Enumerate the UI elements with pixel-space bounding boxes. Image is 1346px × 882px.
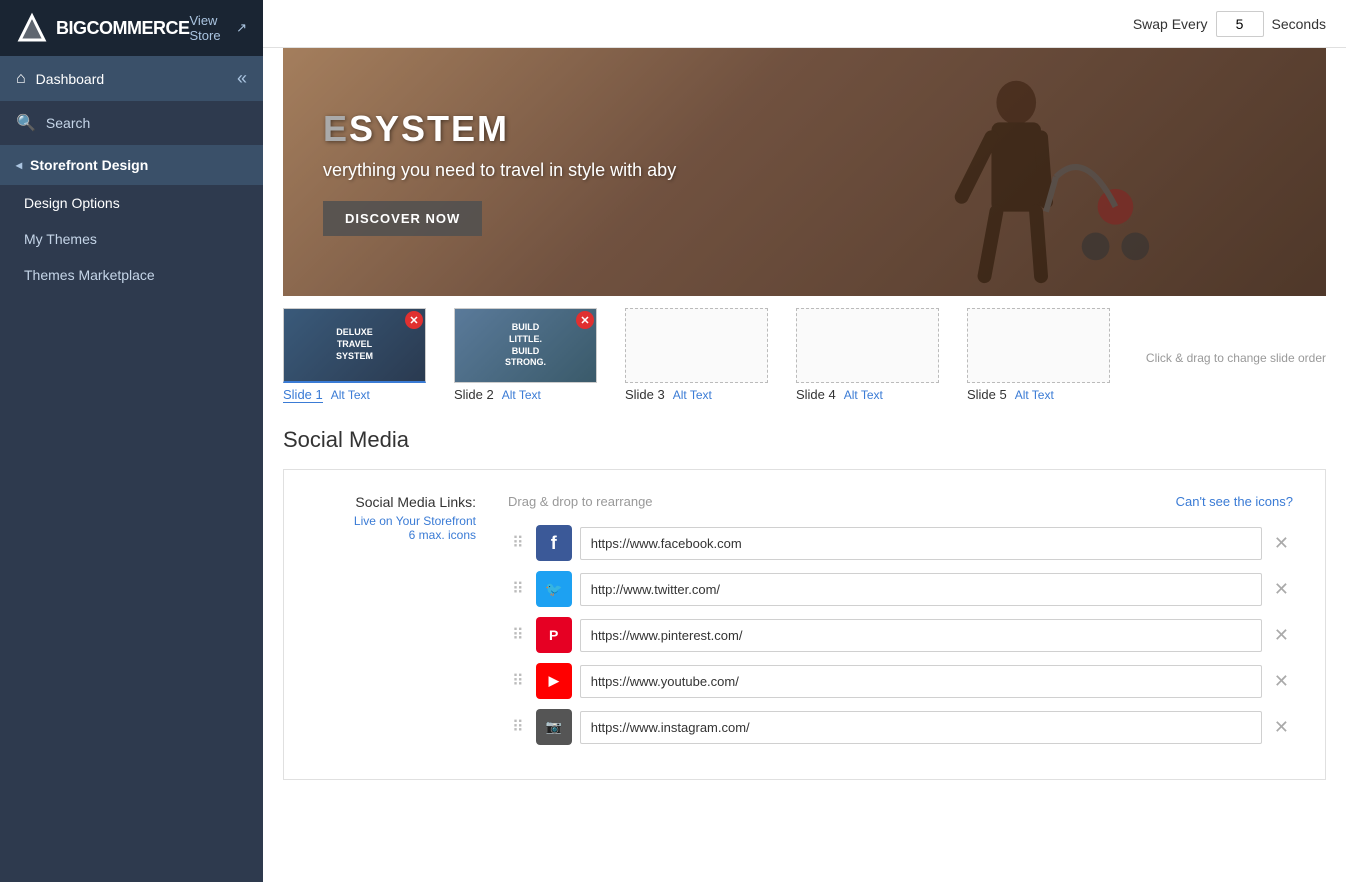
logo-text: BIGCOMMERCE	[56, 18, 190, 39]
sidebar-item-design-options[interactable]: Design Options	[0, 185, 263, 221]
social-row-instagram: ⠿ 📷 ✕	[508, 709, 1293, 745]
slide-hero-subtitle: verything you need to travel in style wi…	[323, 158, 676, 183]
collapse-icon[interactable]: «	[237, 68, 247, 89]
slide-3-alt-text[interactable]: Alt Text	[673, 388, 712, 402]
slide-4-thumb[interactable]	[796, 308, 939, 383]
social-row-youtube: ⠿ ▶ ✕	[508, 663, 1293, 699]
slide-1-label: Slide 1	[283, 387, 323, 403]
slide-2-thumb[interactable]: BUILDLITTLE.BUILDSTRONG. ✕	[454, 308, 597, 383]
search-icon: 🔍	[16, 113, 36, 133]
slide-2-alt-text[interactable]: Alt Text	[502, 388, 541, 402]
social-media-card: Social Media Links: Live on Your Storefr…	[283, 469, 1326, 780]
facebook-url-input[interactable]	[580, 527, 1262, 560]
slide-5-label: Slide 5	[967, 387, 1007, 402]
youtube-url-input[interactable]	[580, 665, 1262, 698]
twitter-remove-button[interactable]: ✕	[1270, 579, 1293, 600]
social-live-label: Live on Your Storefront 6 max. icons	[316, 514, 476, 542]
slide-5-thumb[interactable]	[967, 308, 1110, 383]
slide-4-container: Slide 4 Alt Text	[796, 308, 963, 403]
swap-every-input[interactable]	[1216, 11, 1264, 37]
social-label-column: Social Media Links: Live on Your Storefr…	[316, 494, 476, 755]
cant-see-icons-link[interactable]: Can't see the icons?	[1176, 494, 1293, 509]
slide-4-alt-text[interactable]: Alt Text	[844, 388, 883, 402]
sidebar-header: BIGCOMMERCE View Store ↗	[0, 0, 263, 56]
drag-handle-pinterest[interactable]: ⠿	[508, 625, 528, 645]
hero-image	[846, 48, 1246, 296]
slide-1-thumb[interactable]: DELUXETRAVELSYSTEM ✕	[283, 308, 426, 383]
view-store-link[interactable]: View Store ↗	[190, 13, 248, 43]
slide-5-alt-text[interactable]: Alt Text	[1015, 388, 1054, 402]
social-drag-hint: Drag & drop to rearrange	[508, 494, 653, 509]
slide-4-label: Slide 4	[796, 387, 836, 402]
swap-every-label: Swap Every	[1133, 16, 1208, 32]
social-media-inner: Social Media Links: Live on Your Storefr…	[316, 494, 1293, 755]
social-row-facebook: ⠿ f ✕	[508, 525, 1293, 561]
slide-2-container: BUILDLITTLE.BUILDSTRONG. ✕ Slide 2 Alt T…	[454, 308, 621, 403]
slide-3-thumb[interactable]	[625, 308, 768, 383]
drag-handle-facebook[interactable]: ⠿	[508, 533, 528, 553]
slideshow-preview: ESYSTEM verything you need to travel in …	[283, 48, 1326, 403]
seconds-label: Seconds	[1272, 16, 1326, 32]
slide-hero: ESYSTEM verything you need to travel in …	[283, 48, 1326, 296]
discover-now-button[interactable]: DISCOVER NOW	[323, 201, 482, 236]
sidebar-item-themes-marketplace[interactable]: Themes Marketplace	[0, 257, 263, 293]
slide-3-label: Slide 3	[625, 387, 665, 402]
drag-hint: Click & drag to change slide order	[1134, 347, 1326, 365]
instagram-remove-button[interactable]: ✕	[1270, 717, 1293, 738]
external-link-icon: ↗	[236, 20, 247, 36]
sidebar-item-my-themes[interactable]: My Themes	[0, 221, 263, 257]
social-media-title: Social Media	[283, 427, 1326, 453]
pinterest-url-input[interactable]	[580, 619, 1262, 652]
top-bar: Swap Every Seconds	[263, 0, 1346, 48]
logo-area: BIGCOMMERCE	[16, 12, 190, 44]
slide-1-alt-text[interactable]: Alt Text	[331, 388, 370, 402]
bigcommerce-logo-icon	[16, 12, 48, 44]
slide-hero-content: ESYSTEM verything you need to travel in …	[283, 78, 716, 266]
drag-handle-instagram[interactable]: ⠿	[508, 717, 528, 737]
slideshow-section: ESYSTEM verything you need to travel in …	[263, 48, 1346, 403]
slide-hero-title: ESYSTEM	[323, 108, 676, 150]
sidebar: BIGCOMMERCE View Store ↗ ⌂ Dashboard « 🔍…	[0, 0, 263, 882]
youtube-remove-button[interactable]: ✕	[1270, 671, 1293, 692]
home-icon: ⌂	[16, 70, 26, 88]
facebook-remove-button[interactable]: ✕	[1270, 533, 1293, 554]
slide-1-container: DELUXETRAVELSYSTEM ✕ Slide 1 Alt Text	[283, 308, 450, 403]
social-content-column: Drag & drop to rearrange Can't see the i…	[508, 494, 1293, 755]
slide-3-container: Slide 3 Alt Text	[625, 308, 792, 403]
sidebar-item-dashboard[interactable]: ⌂ Dashboard «	[0, 56, 263, 101]
slide-5-container: Slide 5 Alt Text	[967, 308, 1134, 403]
slide-2-label: Slide 2	[454, 387, 494, 402]
main-content: Swap Every Seconds	[263, 0, 1346, 882]
instagram-url-input[interactable]	[580, 711, 1262, 744]
twitter-icon: 🐦	[536, 571, 572, 607]
drag-handle-youtube[interactable]: ⠿	[508, 671, 528, 691]
social-links-label: Social Media Links:	[316, 494, 476, 510]
facebook-icon: f	[536, 525, 572, 561]
social-media-section: Social Media Social Media Links: Live on…	[263, 403, 1346, 804]
arrow-icon: ◂	[16, 158, 22, 172]
slide-2-remove-button[interactable]: ✕	[576, 311, 594, 329]
pinterest-icon: P	[536, 617, 572, 653]
drag-handle-twitter[interactable]: ⠿	[508, 579, 528, 599]
social-row-twitter: ⠿ 🐦 ✕	[508, 571, 1293, 607]
social-row-pinterest: ⠿ P ✕	[508, 617, 1293, 653]
pinterest-remove-button[interactable]: ✕	[1270, 625, 1293, 646]
twitter-url-input[interactable]	[580, 573, 1262, 606]
storefront-design-header[interactable]: ◂ Storefront Design	[0, 145, 263, 185]
youtube-icon: ▶	[536, 663, 572, 699]
sidebar-item-search[interactable]: 🔍 Search	[0, 101, 263, 145]
slide-1-remove-button[interactable]: ✕	[405, 311, 423, 329]
instagram-icon: 📷	[536, 709, 572, 745]
